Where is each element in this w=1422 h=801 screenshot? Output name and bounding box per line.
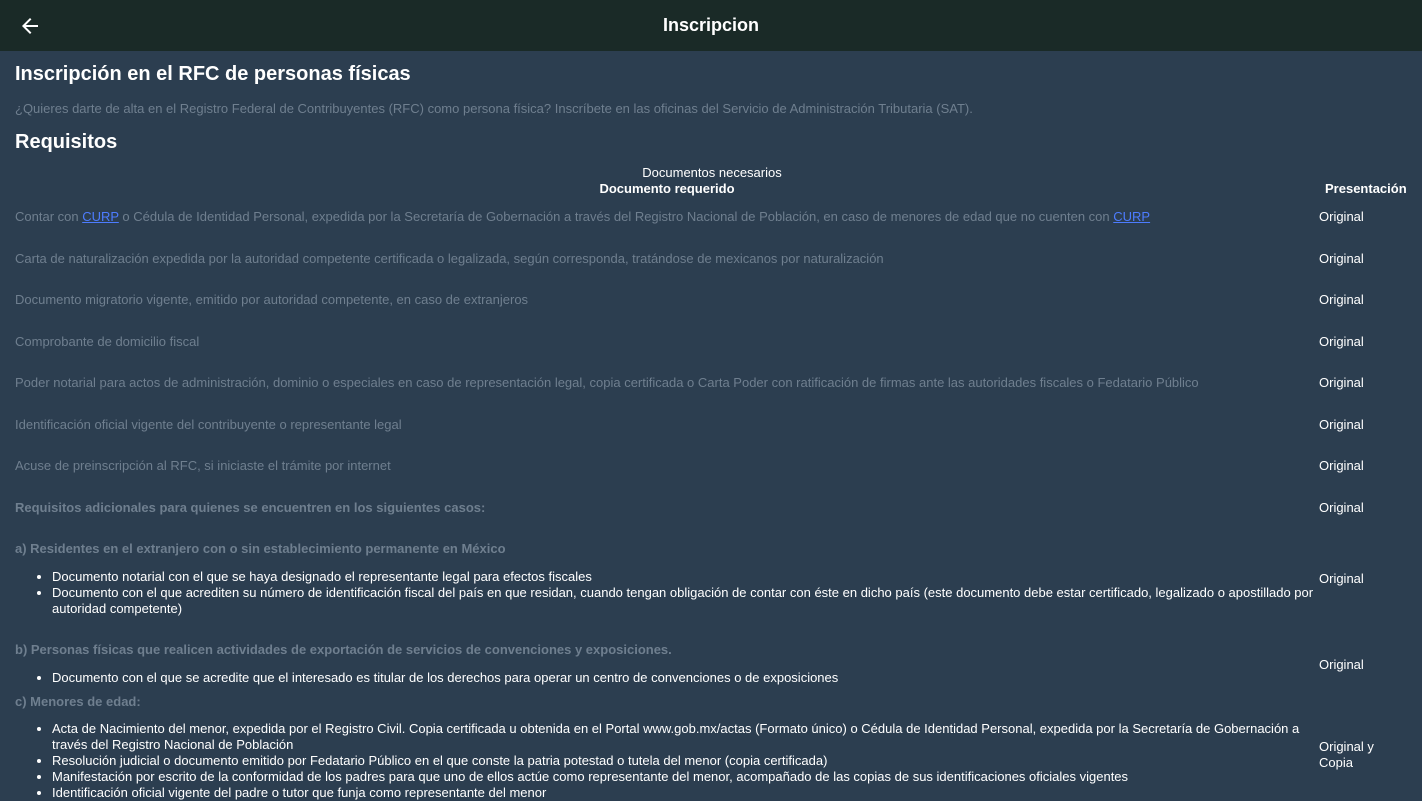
app-bar-title: Inscripcion (662, 15, 760, 35)
column-header-document: Documento requerido (599, 181, 735, 196)
presentation-value: Original (1319, 458, 1364, 473)
section-a-title: a) Residentes en el extranjero con o sin… (15, 541, 506, 556)
list-item: Resolución judicial o documento emitido … (52, 753, 1322, 769)
table-row: Acuse de preinscripción al RFC, si inici… (15, 458, 391, 473)
curp-link[interactable]: CURP (82, 209, 119, 224)
section-c-title: c) Menores de edad: (15, 694, 141, 709)
table-row: Documento migratorio vigente, emitido po… (15, 292, 529, 307)
page-intro: ¿Quieres darte de alta en el Registro Fe… (15, 101, 973, 116)
curp-link[interactable]: CURP (1113, 209, 1150, 224)
presentation-value: Original (1319, 657, 1364, 672)
table-row: Carta de naturalización expedida por la … (15, 251, 884, 266)
presentation-value: Original (1319, 209, 1364, 224)
list-item: Documento con el que acrediten su número… (52, 585, 1322, 617)
section-a-list: Documento notarial con el que se haya de… (52, 569, 1322, 617)
section-b-list: Documento con el que se acredite que el … (52, 670, 1322, 686)
additional-requirements-title: Requisitos adicionales para quienes se e… (15, 500, 486, 515)
presentation-line: Original y (1319, 739, 1374, 754)
page-title: Inscripción en el RFC de personas física… (15, 63, 411, 85)
list-item: Acta de Nacimiento del menor, expedida p… (52, 721, 1322, 753)
presentation-value: Original (1319, 292, 1364, 307)
table-caption: Documentos necesarios (642, 165, 782, 180)
list-item: Documento notarial con el que se haya de… (52, 569, 1322, 585)
table-row-curp: Contar con CURP o Cédula de Identidad Pe… (15, 209, 1150, 224)
section-b-title: b) Personas físicas que realicen activid… (15, 642, 672, 657)
column-header-presentation: Presentación (1325, 181, 1407, 196)
row-text: Contar con (15, 209, 83, 224)
presentation-value: Original (1319, 251, 1364, 266)
table-row: Poder notarial para actos de administrac… (15, 375, 1199, 390)
requirements-heading: Requisitos (15, 131, 118, 153)
list-item: Identificación oficial vigente del padre… (52, 785, 1322, 801)
presentation-value: Original y Copia (1319, 739, 1374, 771)
row-text: o Cédula de Identidad Personal, expedida… (118, 209, 1114, 224)
presentation-line: Copia (1319, 755, 1353, 770)
presentation-value: Original (1319, 375, 1364, 390)
presentation-value: Original (1319, 417, 1364, 432)
list-item: Documento con el que se acredite que el … (52, 670, 1322, 686)
page-content[interactable]: Inscripción en el RFC de personas física… (15, 51, 1410, 800)
section-c-list: Acta de Nacimiento del menor, expedida p… (52, 721, 1322, 801)
presentation-value: Original (1319, 571, 1364, 586)
list-item: Manifestación por escrito de la conformi… (52, 769, 1322, 785)
table-row: Comprobante de domicilio fiscal (15, 334, 200, 349)
presentation-value: Original (1319, 500, 1364, 515)
table-row: Identificación oficial vigente del contr… (15, 417, 402, 432)
app-bar: Inscripcion (0, 0, 1422, 51)
presentation-value: Original (1319, 334, 1364, 349)
